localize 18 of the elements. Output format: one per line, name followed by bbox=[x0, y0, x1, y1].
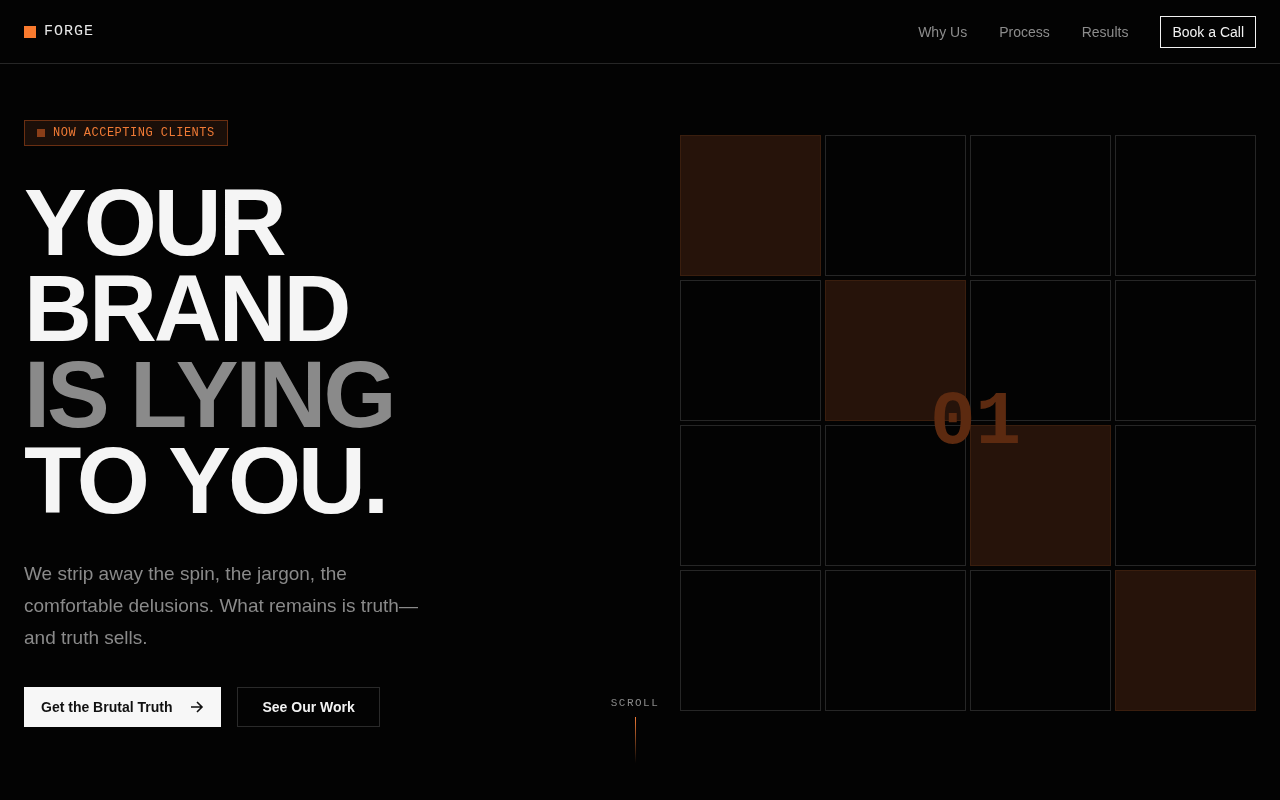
headline-line: YOUR bbox=[24, 180, 286, 266]
section-number: 01 bbox=[930, 385, 1022, 461]
secondary-button[interactable]: See Our Work bbox=[237, 687, 380, 727]
nav-link[interactable]: Process bbox=[999, 23, 1050, 40]
headline-line: BRAND bbox=[24, 266, 350, 352]
scroll-line bbox=[634, 717, 636, 763]
status-badge: NOW ACCEPTING CLIENTS bbox=[24, 120, 228, 146]
intro-paragraph: We strip away the spin, the jargon, the comfortable delusions. What remains is truth—and truth sells. bbox=[24, 562, 419, 650]
brand-name: FORGE bbox=[44, 23, 94, 40]
scroll-label: SCROLL bbox=[610, 697, 660, 709]
book-call-button[interactable]: Book a Call bbox=[1160, 15, 1256, 48]
primary-button[interactable]: Get the Brutal Truth bbox=[24, 687, 222, 727]
logo-square-icon bbox=[24, 25, 36, 38]
headline-line: TO YOU. bbox=[24, 438, 388, 524]
nav-link[interactable]: Results bbox=[1081, 23, 1129, 40]
arrow-right-icon bbox=[190, 701, 205, 713]
headline-line: IS LYING bbox=[24, 352, 395, 438]
nav-link[interactable]: Why Us bbox=[918, 23, 968, 40]
